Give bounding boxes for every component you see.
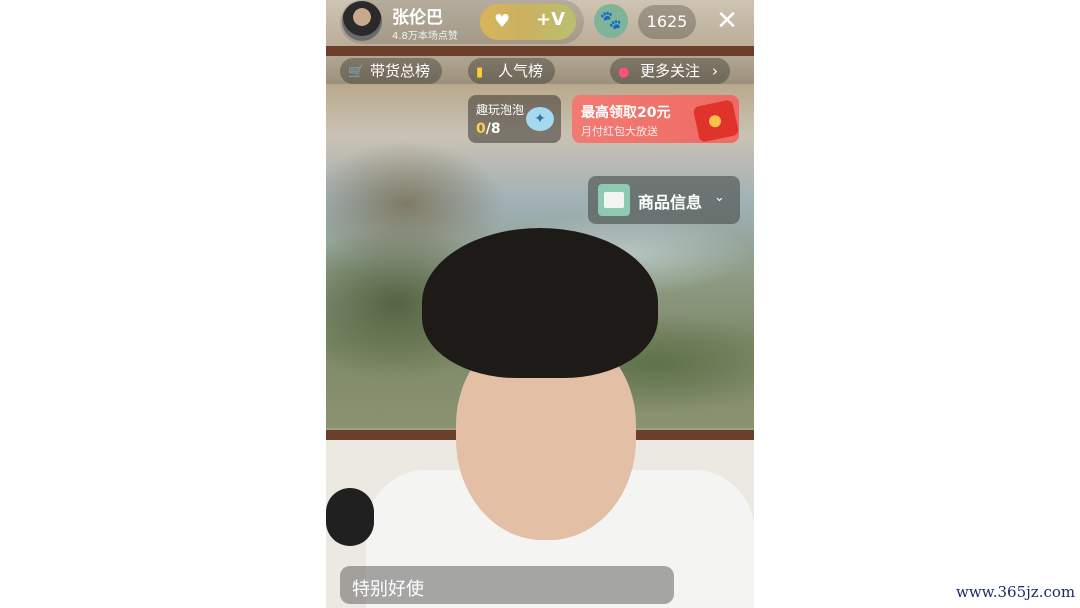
microphone	[326, 488, 374, 546]
caption-text: 特别好使	[352, 579, 424, 600]
bubble-game-card[interactable]: 趣玩泡泡 0/8 ✦	[468, 95, 561, 143]
streamer-hair	[422, 228, 658, 378]
caption-bubble: 特别好使	[340, 566, 674, 604]
bar-chart-icon: ▮	[476, 65, 484, 80]
red-envelope-icon	[692, 99, 740, 143]
product-thumbnail	[598, 184, 630, 216]
product-info-label: 商品信息	[638, 193, 703, 212]
fan-badge: +V	[536, 9, 566, 30]
paw-icon[interactable]: 🐾	[594, 4, 628, 38]
red-packet-title: 最高领取20元	[581, 105, 671, 121]
red-packet-card[interactable]: 最高领取20元 月付红包大放送	[572, 95, 740, 143]
bubble-progress-current: 0	[476, 121, 486, 137]
bubble-icon: ✦	[526, 107, 554, 131]
anchor-name: 张伦巴	[392, 8, 443, 28]
more-follow-button[interactable]: ● 更多关注 ›	[610, 58, 731, 84]
more-follow-label: 更多关注	[640, 62, 701, 80]
bubble-game-progress: 0/8	[476, 121, 501, 137]
popularity-rank-button[interactable]: ▮ 人气榜	[468, 58, 556, 84]
goods-rank-button[interactable]: 🛒 带货总榜	[340, 58, 443, 84]
avatar[interactable]	[342, 1, 382, 41]
viewer-count[interactable]: 1625	[638, 5, 696, 39]
watermark: www.365jz.com	[956, 583, 1076, 601]
close-icon[interactable]: ✕	[710, 4, 744, 38]
chevron-down-icon: ⌄	[714, 190, 725, 205]
cart-icon: 🛒	[348, 65, 365, 80]
fan-club-button[interactable]: ♥ +V	[480, 4, 576, 40]
product-info-button[interactable]: 商品信息 ⌄	[588, 176, 740, 224]
red-packet-subtitle: 月付红包大放送	[581, 125, 658, 138]
heart-icon: ♥	[494, 11, 511, 32]
top-bar: 张伦巴 4.8万本场点赞 ♥ +V 🐾 1625 ✕	[326, 0, 754, 46]
painting-frame-top	[326, 46, 754, 56]
live-dot-icon: ●	[618, 65, 630, 80]
bubble-game-title: 趣玩泡泡	[476, 103, 525, 117]
live-stream-view: 张伦巴 4.8万本场点赞 ♥ +V 🐾 1625 ✕ 🛒 带货总榜 ▮ 人气榜 ● 更…	[326, 0, 754, 608]
chevron-right-icon: ›	[712, 62, 719, 80]
anchor-likes: 4.8万本场点赞	[392, 31, 458, 42]
anchor-info[interactable]: 张伦巴 4.8万本场点赞 ♥ +V	[340, 0, 584, 44]
popularity-rank-label: 人气榜	[498, 62, 544, 80]
goods-rank-label: 带货总榜	[370, 62, 431, 80]
bubble-progress-total: /8	[485, 121, 501, 137]
